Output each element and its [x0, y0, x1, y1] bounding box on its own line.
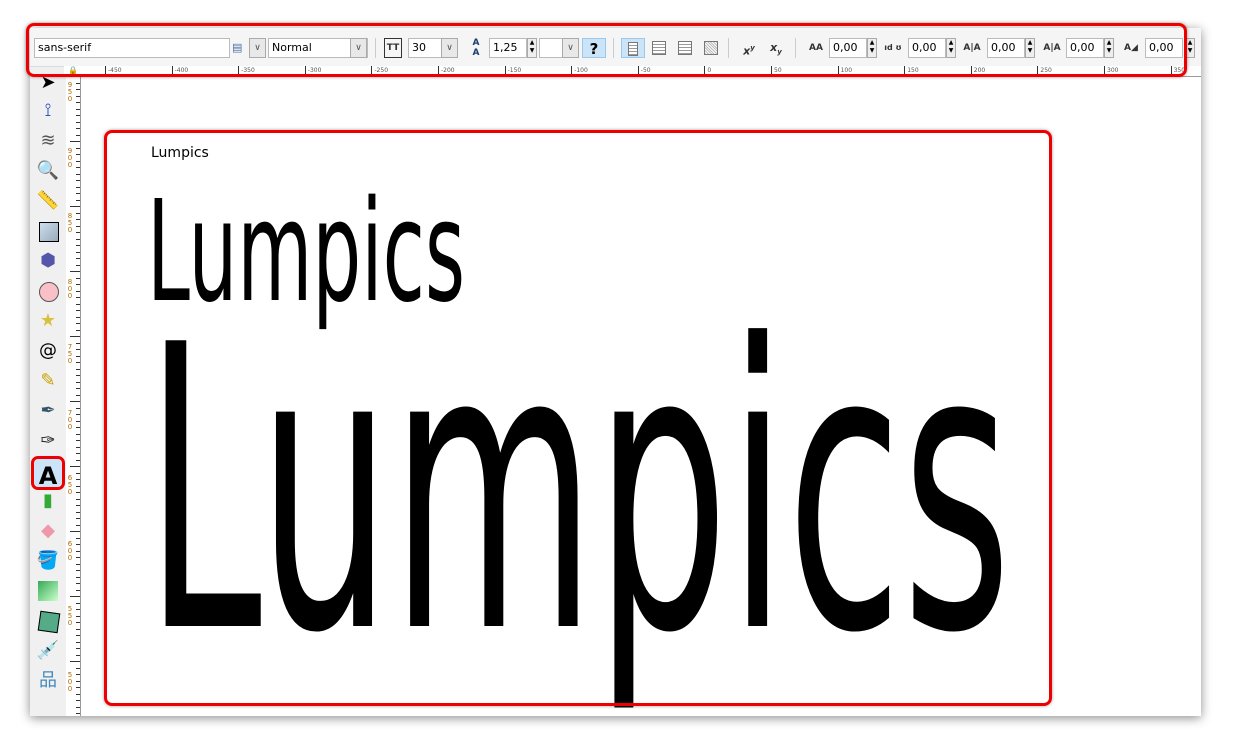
pen-tool-icon[interactable]: ✒: [35, 398, 61, 424]
ruler-tick-label: 650: [67, 474, 73, 496]
ruler-tick-label: 750: [67, 343, 73, 365]
spray-tool-icon[interactable]: ▮: [35, 488, 61, 514]
ruler-tick-label: 600: [67, 539, 73, 562]
ruler-tick-label: 850: [67, 212, 73, 234]
canvas-text-highlight: [104, 130, 1052, 706]
ruler-tick-label: 550: [67, 605, 73, 627]
3d-box-tool-icon[interactable]: ⬢: [35, 248, 61, 274]
pencil-tool-icon[interactable]: ✎: [35, 368, 61, 394]
zoom-tool-icon[interactable]: 🔍: [35, 158, 61, 184]
calligraphy-tool-icon[interactable]: ✑: [35, 428, 61, 454]
measure-tool-icon[interactable]: 📏: [35, 188, 61, 214]
vertical-ruler[interactable]: 950 900 850 800 750 700 650 600 550 500: [66, 76, 81, 716]
ruler-tick-label: 800: [67, 277, 73, 300]
gradient-tool-icon[interactable]: [35, 578, 61, 604]
ellipse-tool-icon[interactable]: [35, 278, 61, 304]
selector-tool-icon[interactable]: ➤: [35, 74, 61, 92]
ruler-tick-label: 950: [67, 81, 73, 103]
star-tool-icon[interactable]: ★: [35, 308, 61, 334]
spiral-tool-icon[interactable]: @: [35, 338, 61, 364]
toolbar-highlight: [26, 23, 1187, 77]
ruler-tick-label: 700: [67, 408, 73, 431]
paint-bucket-tool-icon[interactable]: 🪣: [35, 548, 61, 574]
rectangle-tool-icon[interactable]: [35, 218, 61, 244]
node-tool-icon[interactable]: ⟟: [35, 98, 61, 124]
ruler-tick-label: 900: [67, 146, 73, 169]
mesh-tool-icon[interactable]: [35, 608, 61, 634]
dropper-tool-icon[interactable]: 💉: [35, 638, 61, 664]
ruler-tick-label: 500: [67, 670, 73, 693]
eraser-tool-icon[interactable]: ◆: [35, 518, 61, 544]
text-tool-icon[interactable]: A: [31, 456, 65, 490]
toolbox: ➤ ⟟ ≋ 🔍 📏 ⬢ ★ @ ✎ ✒ ✑ A ▮ ◆ 🪣 💉 品: [30, 74, 65, 716]
connector-tool-icon[interactable]: 品: [35, 668, 61, 694]
tweak-tool-icon[interactable]: ≋: [35, 128, 61, 154]
